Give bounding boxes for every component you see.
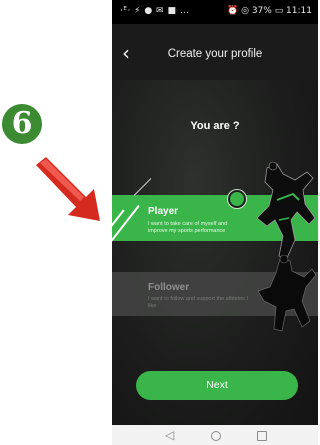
- nav-back-icon[interactable]: ◁: [165, 428, 174, 442]
- page-title: Create your profile: [167, 48, 263, 60]
- follower-option-title: Follower: [148, 282, 190, 293]
- status-icons-left: ·ᴱ· ⚡ ● ✉ ■ …: [120, 6, 190, 16]
- red-arrow-icon: [36, 157, 100, 221]
- nav-recent-apps-icon[interactable]: [257, 431, 267, 441]
- follower-option-description: I want to follow and support the athlete…: [148, 296, 248, 309]
- status-icons-right: ⏰ ◎ 37% ▭ 11:11: [227, 6, 312, 16]
- player-option-description: I want to take care of myself and improv…: [148, 221, 228, 234]
- player-option-title: Player: [148, 206, 179, 217]
- phone-screen: ·ᴱ· ⚡ ● ✉ ■ … ⏰ ◎ 37% ▭ 11:11 ‹ Create y…: [112, 0, 318, 445]
- player-athlete-image: [256, 161, 316, 259]
- next-button[interactable]: Next: [136, 371, 298, 400]
- nav-home-icon[interactable]: [211, 431, 221, 441]
- ball-icon: [228, 190, 246, 208]
- question-text: You are ?: [190, 120, 240, 132]
- step-number-badge: 6: [2, 104, 42, 144]
- status-bar: ·ᴱ· ⚡ ● ✉ ■ … ⏰ ◎ 37% ▭ 11:11: [112, 0, 318, 24]
- follower-athlete-image: [257, 255, 317, 332]
